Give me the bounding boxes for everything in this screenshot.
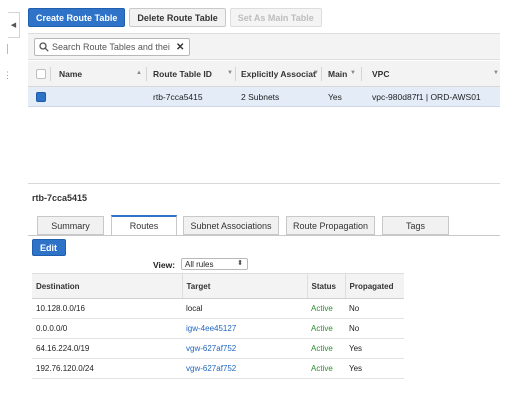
clear-search-icon[interactable]: ✕ (176, 42, 184, 53)
search-box[interactable]: ✕ (34, 38, 190, 56)
chevron-left-icon: ◀ (10, 22, 17, 29)
toolbar: Create Route Table Delete Route Table Se… (28, 8, 322, 28)
route-destination: 64.16.224.0/19 (32, 338, 182, 359)
sort-ascending-icon[interactable]: ▲ (136, 70, 142, 76)
table-row: 10.128.0.0/16 local Active No (32, 298, 404, 319)
view-select-value: All rules (185, 259, 214, 269)
route-status: Active (307, 338, 345, 359)
sort-icon[interactable]: ▼ (227, 70, 233, 76)
select-caret-icon: ⬍ (237, 260, 243, 267)
route-destination: 10.128.0.0/16 (32, 298, 182, 319)
route-destination: 0.0.0.0/0 (32, 318, 182, 339)
route-destination: 192.76.120.0/24 (32, 358, 182, 379)
tab-route-propagation[interactable]: Route Propagation (286, 216, 375, 235)
sort-icon[interactable]: ▼ (350, 70, 356, 76)
create-route-table-button[interactable]: Create Route Table (28, 8, 126, 27)
collapse-sidebar-button[interactable]: ◀ (8, 12, 20, 38)
sort-icon[interactable]: ▼ (493, 70, 499, 76)
table-row: 64.16.224.0/19 vgw-627af752 Active Yes (32, 338, 404, 359)
route-target-link[interactable]: igw-4ee45127 (182, 318, 307, 339)
table-row: 192.76.120.0/24 vgw-627af752 Active Yes (32, 358, 404, 379)
drag-handle-icon[interactable]: ⋮ (3, 70, 12, 81)
search-input[interactable] (52, 42, 174, 52)
edit-routes-button[interactable]: Edit (32, 239, 66, 256)
column-header-propagated: Propagated (344, 273, 404, 299)
row-route-table-id: rtb-7cca5415 (153, 92, 203, 102)
tab-subnet-associations[interactable]: Subnet Associations (183, 216, 279, 235)
tab-routes[interactable]: Routes (111, 215, 177, 236)
select-all-checkbox[interactable] (36, 69, 46, 79)
column-divider (50, 67, 51, 81)
row-explicitly-associated: 2 Subnets (241, 92, 280, 102)
route-propagated: Yes (345, 338, 404, 359)
row-select-cell (36, 87, 46, 107)
routes-table: Destination Target Status Propagated 10.… (32, 273, 404, 379)
row-vpc: vpc-980d87f1 | ORD-AWS01 (372, 92, 481, 102)
column-divider (361, 67, 362, 81)
route-target: local (182, 298, 307, 319)
view-label: View: (153, 260, 176, 270)
column-header-destination: Destination (32, 273, 182, 299)
route-status: Active (307, 298, 345, 319)
table-row[interactable]: rtb-7cca5415 2 Subnets Yes vpc-980d87f1 … (28, 87, 500, 107)
column-header-status: Status (306, 273, 345, 299)
route-status: Active (307, 318, 345, 339)
table-empty-area (28, 107, 500, 184)
search-icon (39, 42, 49, 52)
route-propagated: No (345, 298, 404, 319)
tab-tags[interactable]: Tags (382, 216, 449, 235)
route-target-link[interactable]: vgw-627af752 (182, 358, 307, 379)
tabs-divider (28, 235, 500, 236)
row-checkbox[interactable] (36, 92, 46, 102)
sort-icon[interactable]: ▼ (313, 70, 319, 76)
column-divider (146, 67, 147, 81)
column-header-main[interactable]: Main (328, 61, 347, 87)
route-target-link[interactable]: vgw-627af752 (182, 338, 307, 359)
rail-divider (5, 44, 8, 54)
left-rail: ◀ ⋮ (0, 0, 26, 400)
view-select[interactable]: All rules ⬍ (181, 258, 248, 270)
route-propagated: Yes (345, 358, 404, 379)
column-divider (321, 67, 322, 81)
route-propagated: No (345, 318, 404, 339)
column-header-target: Target (181, 273, 307, 299)
detail-title: rtb-7cca5415 (32, 193, 88, 203)
table-row: 0.0.0.0/0 igw-4ee45127 Active No (32, 318, 404, 339)
delete-route-table-button[interactable]: Delete Route Table (129, 8, 226, 27)
routes-header-row: Destination Target Status Propagated (32, 273, 404, 299)
route-status: Active (307, 358, 345, 379)
column-header-explicitly-associated[interactable]: Explicitly Associat (241, 61, 316, 87)
column-header-route-table-id[interactable]: Route Table ID (153, 61, 212, 87)
set-as-main-table-button: Set As Main Table (229, 8, 322, 27)
column-header-vpc[interactable]: VPC (372, 61, 389, 87)
column-divider (235, 67, 236, 81)
select-all-cell (36, 61, 46, 87)
search-panel: ✕ (28, 33, 500, 60)
tab-summary[interactable]: Summary (37, 216, 104, 235)
route-tables-header: Name ▲ Route Table ID ▼ Explicitly Assoc… (28, 61, 500, 87)
column-header-name[interactable]: Name (59, 61, 82, 87)
row-main: Yes (328, 92, 342, 102)
